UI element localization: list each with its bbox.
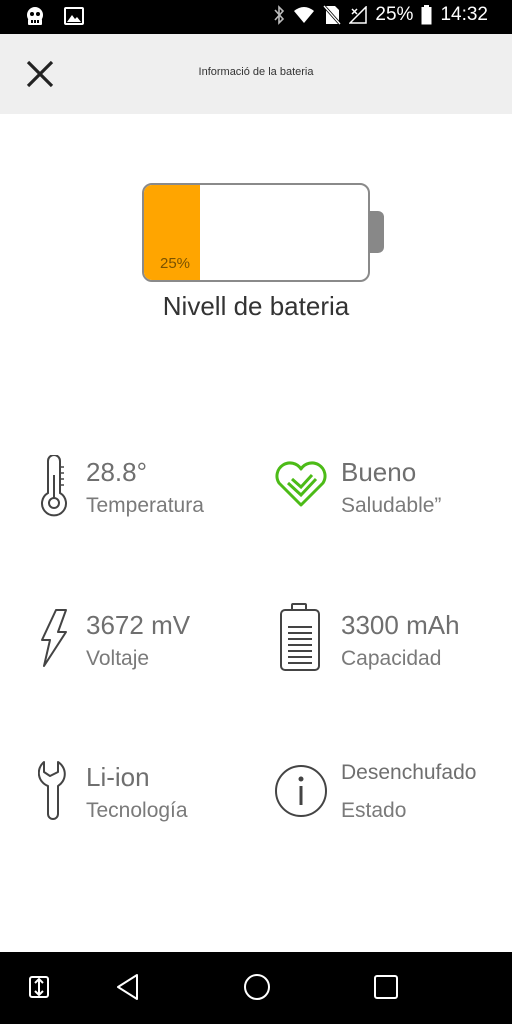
home-icon bbox=[243, 973, 271, 1006]
temperature-info: 28.8° Temperatura bbox=[38, 454, 248, 525]
temperature-value: 28.8° bbox=[86, 457, 148, 487]
thermometer-icon bbox=[38, 454, 70, 522]
health-value: Bueno bbox=[341, 457, 417, 487]
voltage-label: Voltaje bbox=[86, 647, 150, 670]
recents-icon bbox=[373, 974, 399, 1005]
capacity-info: 3300 mAh Capacidad bbox=[274, 603, 494, 675]
voltage-value: 3672 mV bbox=[86, 610, 191, 640]
battery-capacity-icon bbox=[278, 603, 322, 678]
status-bar: 25% 14:32 bbox=[0, 0, 512, 34]
image-notification-icon bbox=[64, 7, 84, 25]
screen-swap-button[interactable] bbox=[24, 974, 54, 1004]
bluetooth-icon bbox=[273, 5, 285, 25]
wifi-icon bbox=[293, 6, 315, 24]
app-notification-icon bbox=[24, 5, 46, 27]
status-info: Desenchufado Estado bbox=[274, 758, 494, 830]
health-info: Bueno Saludable” bbox=[274, 455, 494, 525]
system-status: 25% 14:32 bbox=[273, 4, 488, 26]
notification-icons bbox=[24, 5, 84, 27]
technology-label: Tecnología bbox=[86, 799, 188, 822]
voltage-info: 3672 mV Voltaje bbox=[38, 608, 248, 678]
signal-icon bbox=[349, 6, 368, 24]
status-battery-percent: 25% bbox=[375, 4, 414, 25]
status-label: Estado bbox=[341, 799, 407, 822]
navigation-bar bbox=[0, 952, 512, 1024]
technology-info: Li-ion Tecnología bbox=[37, 760, 248, 830]
battery-level-graphic: 25% bbox=[142, 183, 386, 283]
status-value: Desenchufado bbox=[341, 761, 477, 784]
capacity-value: 3300 mAh bbox=[341, 610, 460, 640]
status-time: 14:32 bbox=[440, 4, 488, 25]
home-button[interactable] bbox=[242, 973, 272, 1006]
no-sim-icon bbox=[323, 5, 342, 25]
heart-check-icon bbox=[274, 461, 328, 514]
status-battery-icon bbox=[421, 5, 432, 25]
technology-value: Li-ion bbox=[86, 762, 150, 792]
page-title: Informació de la bateria bbox=[198, 66, 314, 78]
wrench-icon bbox=[37, 760, 70, 825]
toolbar: Informació de la bateria bbox=[0, 34, 512, 114]
info-icon bbox=[274, 764, 328, 823]
capacity-label: Capacidad bbox=[341, 647, 442, 670]
back-button[interactable] bbox=[113, 973, 143, 1006]
battery-caption: Nivell de bateria bbox=[162, 291, 350, 321]
battery-body: 25% bbox=[142, 183, 370, 282]
back-icon bbox=[115, 973, 141, 1006]
health-label: Saludable” bbox=[341, 494, 442, 517]
swap-updown-icon bbox=[28, 975, 50, 1004]
lightning-icon bbox=[38, 608, 70, 675]
recents-button[interactable] bbox=[371, 974, 401, 1004]
temperature-label: Temperatura bbox=[86, 494, 204, 517]
battery-level-label: 25% bbox=[160, 255, 191, 272]
battery-tip bbox=[369, 211, 384, 253]
